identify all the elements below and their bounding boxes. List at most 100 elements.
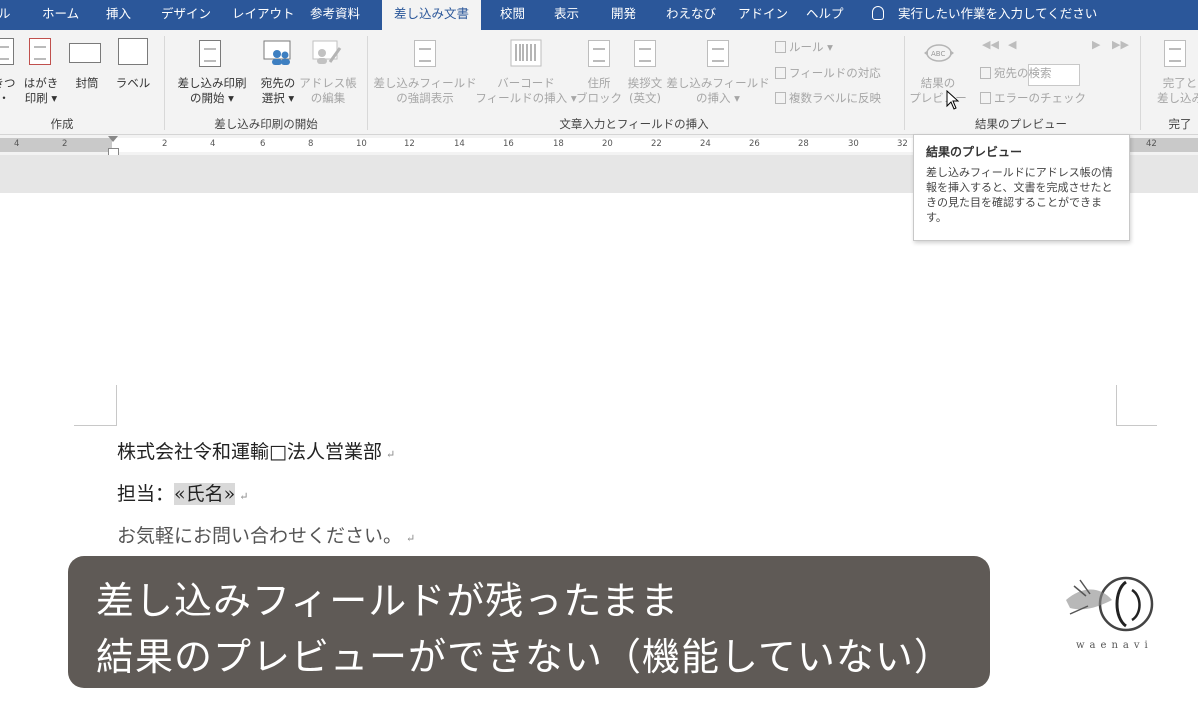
ruler-number: 18 xyxy=(553,139,564,149)
merge-field[interactable]: «氏名» xyxy=(174,483,236,505)
update-labels-label: 複数ラベルに反映 xyxy=(789,91,881,105)
select-recipients-button[interactable]: 宛先の 選択 ▾ xyxy=(261,76,296,106)
address-block-button[interactable]: 住所 ブロック xyxy=(576,76,622,106)
start-merge-icon xyxy=(199,40,221,67)
find-recipient-button[interactable]: 宛先の検索 xyxy=(980,65,1052,81)
ruler-number: 8 xyxy=(308,139,314,149)
check-errors-label: エラーのチェック xyxy=(994,91,1086,105)
first-line-indent-marker[interactable] xyxy=(108,136,118,142)
group-label-create: 作成 xyxy=(50,117,74,131)
find-recipient-icon xyxy=(980,67,991,79)
envelope-icon xyxy=(69,43,101,63)
ruler-number: 28 xyxy=(798,139,809,149)
update-labels-button[interactable]: 複数ラベルに反映 xyxy=(775,90,881,106)
group-divider xyxy=(1140,36,1141,130)
ruler-number: 24 xyxy=(700,139,711,149)
update-labels-icon xyxy=(775,92,786,104)
label-button[interactable]: ラベル xyxy=(116,76,151,91)
tab-layout[interactable]: レイアウト xyxy=(232,0,295,30)
start-mail-merge-button[interactable]: 差し込み印刷 の開始 ▾ xyxy=(178,76,247,106)
tooltip-body: 差し込みフィールドにアドレス帳の情報を挿入すると、文書を完成させたときの見た目を… xyxy=(926,166,1113,224)
group-divider xyxy=(164,36,165,130)
tab-design[interactable]: デザイン xyxy=(161,0,211,30)
address-block-icon xyxy=(588,40,610,67)
preview-results-icon: ABC xyxy=(922,42,956,64)
lightbulb-icon xyxy=(872,6,884,20)
edit-recipient-list-button[interactable]: アドレス帳 の編集 xyxy=(299,76,357,106)
envelopes-partial-button[interactable]: きつ ・ xyxy=(0,76,16,106)
postcard-icon xyxy=(29,38,51,65)
ruler-number: 22 xyxy=(651,139,662,149)
margin-corner-mark xyxy=(1116,385,1157,426)
ruler-number: 14 xyxy=(454,139,465,149)
ruler-number: 26 xyxy=(749,139,760,149)
ruler-number: 2 xyxy=(162,139,168,149)
next-record-icon[interactable]: ▶ xyxy=(1092,38,1100,51)
rules-label: ルール ▾ xyxy=(789,40,833,54)
tab-mailings[interactable]: 差し込み文書 xyxy=(382,0,482,30)
ruler-number: 30 xyxy=(848,139,859,149)
last-record-icon[interactable]: ▶▶ xyxy=(1112,38,1129,51)
group-divider xyxy=(904,36,905,130)
ruler-number: 4 xyxy=(210,139,216,149)
line-text: お気軽にお問い合わせください。 xyxy=(117,525,403,547)
greeting-line-button[interactable]: 挨拶文 (英文) xyxy=(628,76,663,106)
envelope-button[interactable]: 封筒 xyxy=(76,76,99,91)
group-divider xyxy=(367,36,368,130)
find-recipient-label: 宛先の検索 xyxy=(994,66,1052,80)
tooltip-title: 結果のプレビュー xyxy=(926,145,1023,159)
tab-view[interactable]: 表示 xyxy=(554,0,579,30)
label-icon xyxy=(118,38,148,65)
edit-list-icon xyxy=(312,40,342,66)
document-line-1[interactable]: 株式会社令和運輸□法人営業部 ↵ xyxy=(117,437,395,464)
tab-home[interactable]: ホーム xyxy=(42,0,79,30)
paragraph-mark: ↵ xyxy=(406,532,416,545)
tab-help[interactable]: ヘルプ xyxy=(806,0,844,30)
tab-file[interactable]: ル xyxy=(0,0,11,30)
tab-references[interactable]: 参考資料 xyxy=(310,0,360,30)
ribbon-mailings: きつ ・ はがき 印刷 ▾ 封筒 ラベル 作成 差し込み印刷 の開始 ▾ 宛先の… xyxy=(0,30,1198,135)
line-text: 株式会社令和運輸□法人営業部 xyxy=(117,441,382,463)
match-fields-label: フィールドの対応 xyxy=(789,66,881,80)
waenavi-logo xyxy=(1056,556,1182,668)
caption-line-1: 差し込みフィールドが残ったまま xyxy=(96,579,680,623)
check-errors-button[interactable]: エラーのチェック xyxy=(980,90,1086,106)
caption-overlay: 差し込みフィールドが残ったまま 結果のプレビューができない（機能していない） xyxy=(68,556,990,688)
group-label-preview: 結果のプレビュー xyxy=(975,117,1067,131)
margin-corner-mark xyxy=(74,385,117,426)
ruler-number: 16 xyxy=(503,139,514,149)
document-line-2[interactable]: 担当：«氏名» ↵ xyxy=(117,479,248,506)
ruler-number: 32 xyxy=(897,139,908,149)
highlight-merge-fields-button[interactable]: 差し込みフィールド の強調表示 xyxy=(373,76,476,106)
tab-waenavi[interactable]: わえなび xyxy=(666,0,716,30)
ruler-number: 12 xyxy=(404,139,415,149)
ruler-number: 6 xyxy=(260,139,266,149)
rules-button[interactable]: ルール ▾ xyxy=(775,39,833,55)
insert-merge-field-icon xyxy=(707,40,729,67)
tell-me-search[interactable]: 実行したい作業を入力してください xyxy=(898,0,1097,30)
caption-line-2: 結果のプレビューができない（機能していない） xyxy=(96,635,953,679)
paragraph-mark: ↵ xyxy=(385,448,396,461)
preview-results-tooltip: 結果のプレビュー 差し込みフィールドにアドレス帳の情報を挿入すると、文書を完成さ… xyxy=(913,134,1130,241)
match-fields-button[interactable]: フィールドの対応 xyxy=(775,65,881,81)
group-label-fields: 文章入力とフィールドの挿入 xyxy=(559,117,709,131)
tab-review[interactable]: 校閲 xyxy=(500,0,525,30)
ruler-number: 2 xyxy=(62,139,68,149)
tab-addins[interactable]: アドイン xyxy=(738,0,788,30)
previous-record-icon[interactable]: ◀ xyxy=(1008,38,1016,51)
first-record-icon[interactable]: ◀◀ xyxy=(982,38,999,51)
envelope-icon[interactable] xyxy=(0,38,14,65)
ruler-number: 10 xyxy=(356,139,367,149)
barcode-icon xyxy=(510,39,542,67)
tab-developer[interactable]: 開発 xyxy=(611,0,636,30)
highlight-fields-icon xyxy=(414,40,436,67)
insert-barcode-button[interactable]: バーコード フィールドの挿入 ▾ xyxy=(475,76,576,106)
finish-merge-icon xyxy=(1164,40,1186,67)
ruler-number: 4 xyxy=(14,139,20,149)
document-line-3[interactable]: お気軽にお問い合わせください。 ↵ xyxy=(117,521,415,548)
svg-text:ABC: ABC xyxy=(931,50,945,58)
finish-merge-button[interactable]: 完了と 差し込み xyxy=(1157,76,1198,106)
tab-insert[interactable]: 挿入 xyxy=(106,0,131,30)
insert-merge-field-button[interactable]: 差し込みフィールド の挿入 ▾ xyxy=(666,76,769,106)
postcard-print-button[interactable]: はがき 印刷 ▾ xyxy=(24,76,59,106)
